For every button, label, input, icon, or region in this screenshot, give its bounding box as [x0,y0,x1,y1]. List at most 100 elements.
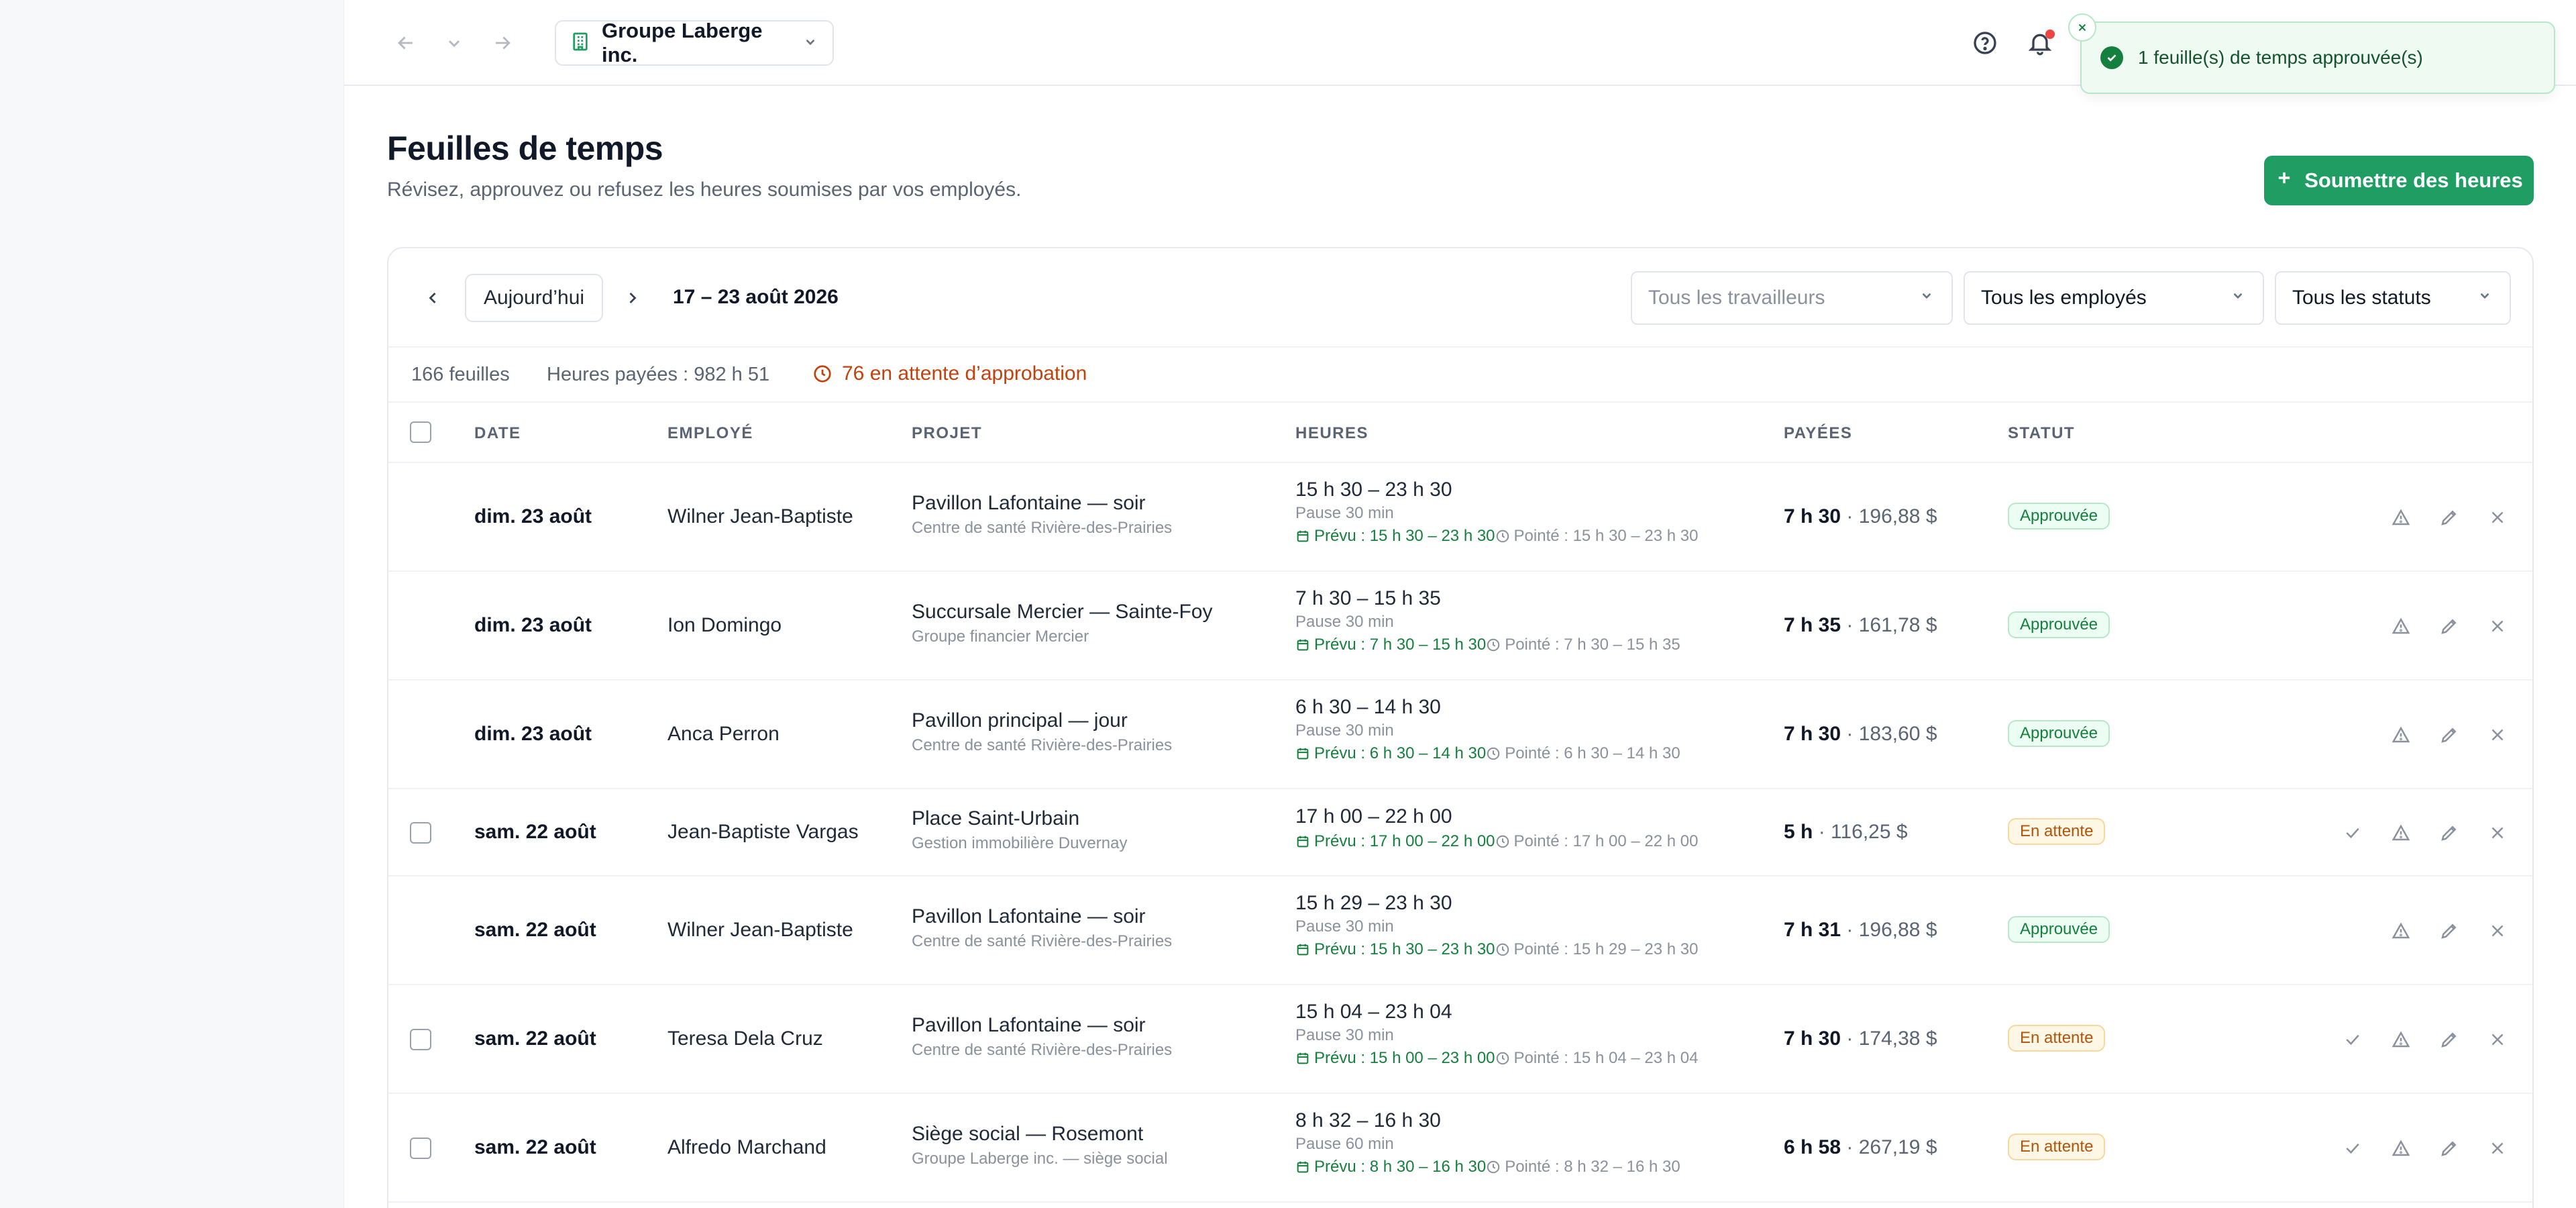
column-hours[interactable]: HEURES [1295,424,1368,443]
paid-amount: · 116,25 $ [1813,821,1908,843]
approve-button[interactable] [2338,1025,2367,1054]
planned-hours: Prévu : 17 h 00 – 22 h 00 [1314,832,1495,850]
edit-button[interactable] [2434,1025,2464,1054]
approve-button[interactable] [2338,1134,2367,1163]
clocked-hours: Pointé : 15 h 04 – 23 h 04 [1513,1049,1699,1067]
table-row[interactable]: sam. 22 août Teresa Dela Cruz Pavillon Laf… [388,985,2532,1094]
notifications-button[interactable] [2023,26,2057,60]
status-filter[interactable]: Tous les statuts [2275,271,2511,325]
column-project[interactable]: PROJET [912,424,982,443]
paid-amount: · 174,38 $ [1841,1027,1937,1050]
edit-button[interactable] [2434,1134,2464,1163]
flag-button[interactable] [2386,1134,2416,1163]
reject-button[interactable] [2483,503,2512,532]
pencil-icon [2441,1032,2457,1048]
hours-range: 8 h 32 – 16 h 30 [1295,1109,1441,1131]
warning-icon [2392,922,2410,939]
hours-pause: Pause 60 min [1295,1135,1394,1153]
row-date: sam. 22 août [474,1027,596,1050]
table-row[interactable]: dim. 23 août Ion Domingo Succursale Mercie… [388,572,2532,681]
row-paid: 5 h · 116,25 $ [1784,821,1908,844]
chevron-down-icon [2480,293,2489,299]
row-checkbox[interactable] [410,1029,431,1050]
hours-meta: Prévu : 6 h 30 – 14 h 30 Pointé : 6 h 30 … [1295,744,1680,763]
chevron-down-icon [2233,293,2243,299]
warning-icon [2392,824,2410,841]
reject-button[interactable] [2483,916,2512,946]
row-hours: 15 h 29 – 23 h 30 Pause 30 min Prévu : 15 … [1295,892,1698,959]
clock-icon [1496,530,1509,543]
table-row[interactable]: sam. 22 août Alfredo Marchand Siège social… [388,1094,2532,1203]
row-date: sam. 22 août [474,1136,596,1158]
close-icon [2491,925,2504,937]
column-paid[interactable]: PAYÉES [1784,424,1852,443]
column-employee[interactable]: EMPLOYÉ [667,424,753,443]
status-badge: Approuvée [2008,720,2110,747]
flag-button[interactable] [2386,916,2416,946]
flag-button[interactable] [2386,818,2416,848]
history-dropdown-button[interactable] [438,27,470,59]
today-button[interactable]: Aujourd’hui [465,274,603,322]
toast-close-button[interactable] [2068,13,2096,42]
reject-button[interactable] [2483,818,2512,848]
row-employee: Teresa Dela Cruz [667,1027,823,1050]
row-checkbox[interactable] [410,822,431,844]
paid-hours-total: Heures payées : 982 h 51 [547,364,770,385]
back-button[interactable] [390,27,422,59]
reject-button[interactable] [2483,720,2512,750]
reject-button[interactable] [2483,1025,2512,1054]
flag-button[interactable] [2386,1025,2416,1054]
status-badge: Approuvée [2008,916,2110,943]
company-selector[interactable]: Groupe Laberge inc. [555,19,834,66]
previous-week-button[interactable] [418,283,447,313]
sheet-count: 166 feuilles [411,364,510,385]
edit-button[interactable] [2434,611,2464,641]
employees-filter[interactable]: Tous les employés [1964,271,2264,325]
clock-icon [1487,1160,1500,1174]
column-status[interactable]: STATUT [2008,424,2075,443]
edit-button[interactable] [2434,720,2464,750]
column-date[interactable]: DATE [474,424,521,443]
table-row[interactable]: dim. 23 août Anca Perron Pavillon principa… [388,681,2532,789]
warning-icon [2392,1031,2410,1048]
table-row[interactable]: sam. 22 août Jean-Baptiste Vargas Place Sa… [388,789,2532,876]
select-all-checkbox[interactable] [410,421,431,443]
week-range: 17 – 23 août 2026 [673,286,839,308]
edit-button[interactable] [2434,916,2464,946]
flag-button[interactable] [2386,503,2416,532]
planned-hours: Prévu : 6 h 30 – 14 h 30 [1314,744,1487,762]
table-row[interactable]: sam. 22 août Wilner Jean-Baptiste Pavillon… [388,876,2532,985]
table-row[interactable]: dim. 23 août Wilner Jean-Baptiste Pavillon… [388,463,2532,572]
forward-button[interactable] [486,27,519,59]
row-hours: 15 h 30 – 23 h 30 Pause 30 min Prévu : 15 … [1295,479,1698,546]
calendar-icon [1297,530,1309,542]
row-checkbox[interactable] [410,1138,431,1159]
clock-icon [1487,747,1500,760]
paid-hours: 7 h 30 [1784,505,1841,527]
flag-button[interactable] [2386,611,2416,641]
reject-button[interactable] [2483,1134,2512,1163]
workers-filter[interactable]: Tous les travailleurs [1631,271,1953,325]
approve-button[interactable] [2338,818,2367,848]
row-project: Succursale Mercier — Sainte-Foy Groupe fi… [912,601,1212,646]
project-client: Centre de santé Rivière-des-Prairies [912,932,1173,950]
hours-meta: Prévu : 17 h 00 – 22 h 00 Pointé : 17 h 0… [1295,832,1698,851]
edit-button[interactable] [2434,818,2464,848]
flag-button[interactable] [2386,720,2416,750]
help-button[interactable] [1968,26,2002,60]
reject-button[interactable] [2483,611,2512,641]
calendar-icon [1297,639,1309,651]
hours-range: 17 h 00 – 22 h 00 [1295,805,1452,827]
edit-button[interactable] [2434,503,2464,532]
chevron-left-icon [429,293,436,303]
hours-meta: Prévu : 15 h 30 – 23 h 30 Pointé : 15 h 2… [1295,940,1698,959]
pending-approval-indicator[interactable]: 76 en attente d’approbation [812,362,1087,385]
row-date: sam. 22 août [474,919,596,941]
row-hours: 15 h 04 – 23 h 04 Pause 30 min Prévu : 15 … [1295,1001,1698,1068]
next-week-button[interactable] [618,283,647,313]
row-paid: 7 h 30 · 183,60 $ [1784,723,1937,746]
submit-hours-button[interactable]: Soumettre des heures [2264,156,2534,205]
pencil-icon [2441,825,2457,841]
workers-filter-placeholder: Tous les travailleurs [1648,287,1825,309]
paid-hours: 7 h 31 [1784,919,1841,941]
